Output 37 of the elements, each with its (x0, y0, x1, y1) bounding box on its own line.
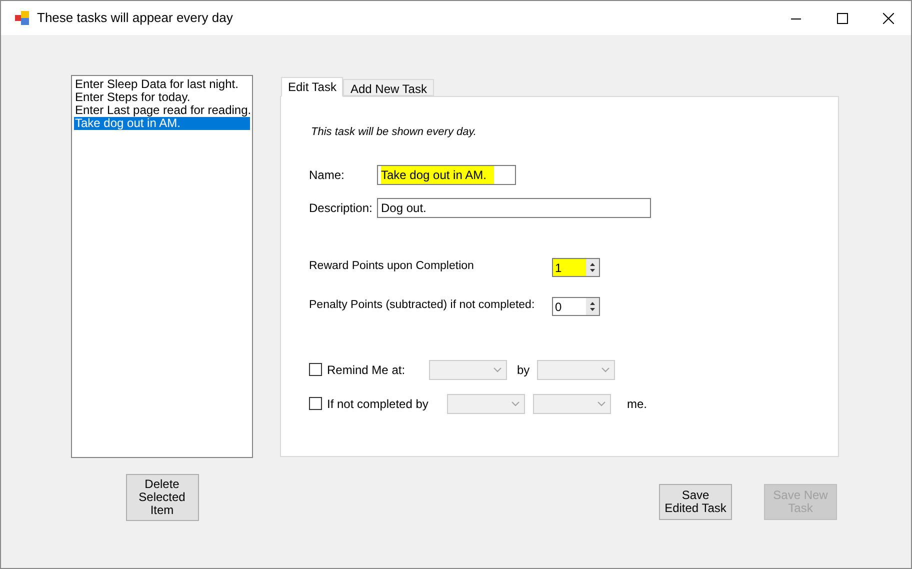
tab[interactable]: Edit Task (281, 77, 344, 97)
field-label: Name: (309, 166, 346, 184)
chevron-down-icon (493, 366, 502, 372)
task-list-item[interactable]: Enter Last page read for reading. (74, 104, 250, 117)
task-list-item[interactable]: Take dog out in AM. (74, 117, 250, 130)
close-icon (882, 12, 894, 24)
option-label: If not completed by (327, 396, 429, 412)
chevron-down-icon (600, 366, 610, 372)
window-title: These tasks will appear every day (37, 9, 233, 28)
checkbox[interactable] (309, 397, 322, 410)
text-field[interactable]: Dog out. (377, 198, 651, 218)
task-list-item[interactable]: Enter Sleep Data for last night. (74, 78, 250, 91)
text-field[interactable]: Take dog out in AM. (377, 164, 516, 184)
number-spinner[interactable]: 0 (552, 296, 600, 316)
tab[interactable]: Add New Task (343, 79, 434, 96)
dropdown[interactable] (447, 394, 525, 414)
delete-button[interactable]: Delete Selected Item (126, 474, 198, 521)
app-icon (15, 11, 29, 25)
connector-text: by (517, 362, 530, 378)
option-label: Remind Me at: (327, 362, 406, 378)
task-list-item[interactable]: Enter Steps for today. (74, 91, 250, 104)
spinner-label: Penalty Points (subtracted) if not completed: (309, 298, 536, 314)
maximize-icon (836, 12, 848, 24)
number-spinner[interactable]: 1 (552, 258, 600, 276)
up-down-arrows-icon[interactable] (586, 258, 599, 276)
dropdown[interactable] (429, 360, 507, 380)
suffix-text: me. (627, 396, 648, 412)
chevron-down-icon (597, 400, 606, 406)
dropdown[interactable] (536, 360, 615, 380)
save-button[interactable]: Save Edited Task (659, 484, 732, 520)
chevron-down-icon (511, 400, 520, 406)
field-label: Description: (309, 200, 374, 216)
dropdown[interactable] (533, 394, 611, 414)
checkbox[interactable] (309, 363, 322, 376)
up-down-arrows-icon[interactable] (586, 298, 599, 314)
note-text: This task will be shown every day. (311, 125, 478, 140)
spinner-label: Reward Points upon Completion (309, 259, 475, 274)
